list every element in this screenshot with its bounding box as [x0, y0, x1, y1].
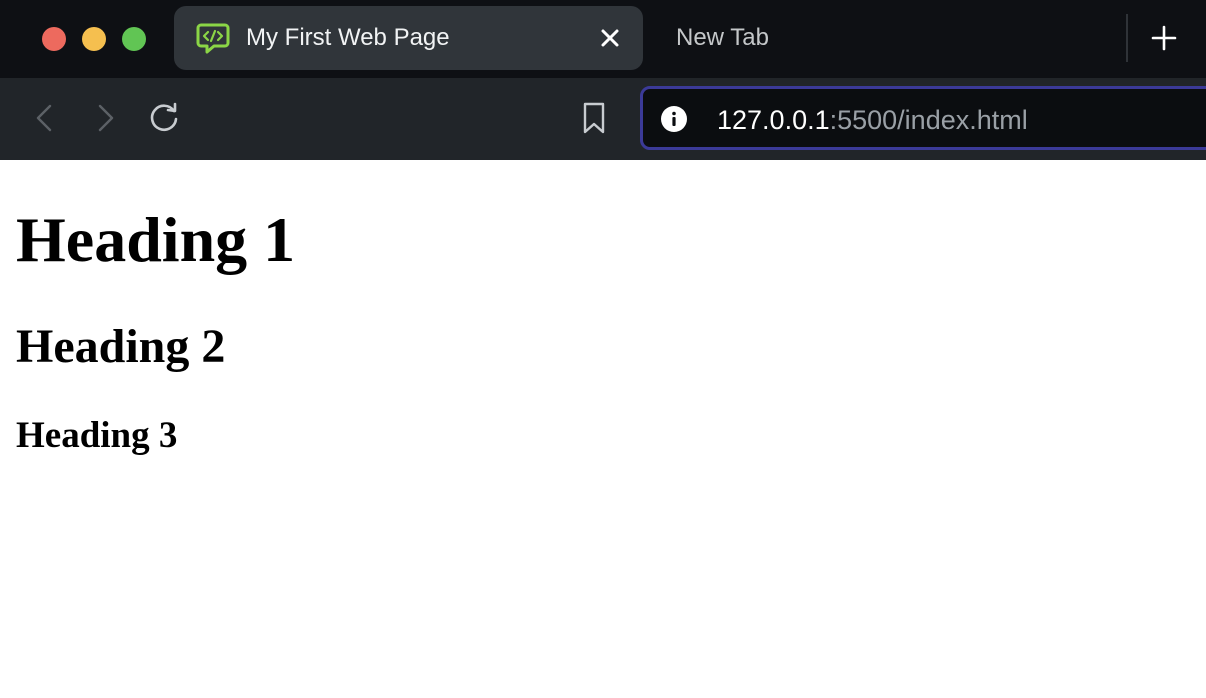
- forward-arrow-icon[interactable]: [90, 100, 120, 136]
- bookmark-icon[interactable]: [578, 100, 610, 136]
- code-chat-icon: [196, 23, 230, 54]
- tab-close-icon[interactable]: [598, 26, 622, 50]
- window-maximize-button[interactable]: [122, 27, 146, 51]
- tab-strip: My First Web Page New Tab: [0, 0, 1206, 78]
- back-arrow-icon[interactable]: [30, 100, 60, 136]
- tab-new-tab[interactable]: New Tab: [656, 6, 1096, 70]
- tab-active[interactable]: My First Web Page: [174, 6, 643, 70]
- info-icon[interactable]: [660, 105, 688, 133]
- tab-divider: [1126, 14, 1128, 62]
- page-content: Heading 1 Heading 2 Heading 3: [0, 160, 1206, 698]
- window-minimize-button[interactable]: [82, 27, 106, 51]
- url-path: :5500/index.html: [829, 105, 1028, 135]
- address-url[interactable]: 127.0.0.1:5500/index.html: [717, 105, 1028, 135]
- reload-icon[interactable]: [146, 100, 182, 136]
- plus-icon[interactable]: [1150, 24, 1178, 52]
- tab-title: New Tab: [676, 24, 769, 51]
- browser-toolbar: 127.0.0.1:5500/index.html: [0, 78, 1206, 160]
- address-bar[interactable]: 127.0.0.1:5500/index.html: [640, 86, 1206, 150]
- tab-title: My First Web Page: [246, 24, 450, 51]
- heading-2: Heading 2: [16, 320, 226, 373]
- heading-3: Heading 3: [16, 415, 178, 456]
- window-close-button[interactable]: [42, 27, 66, 51]
- url-host: 127.0.0.1: [717, 105, 830, 135]
- heading-1: Heading 1: [16, 204, 296, 275]
